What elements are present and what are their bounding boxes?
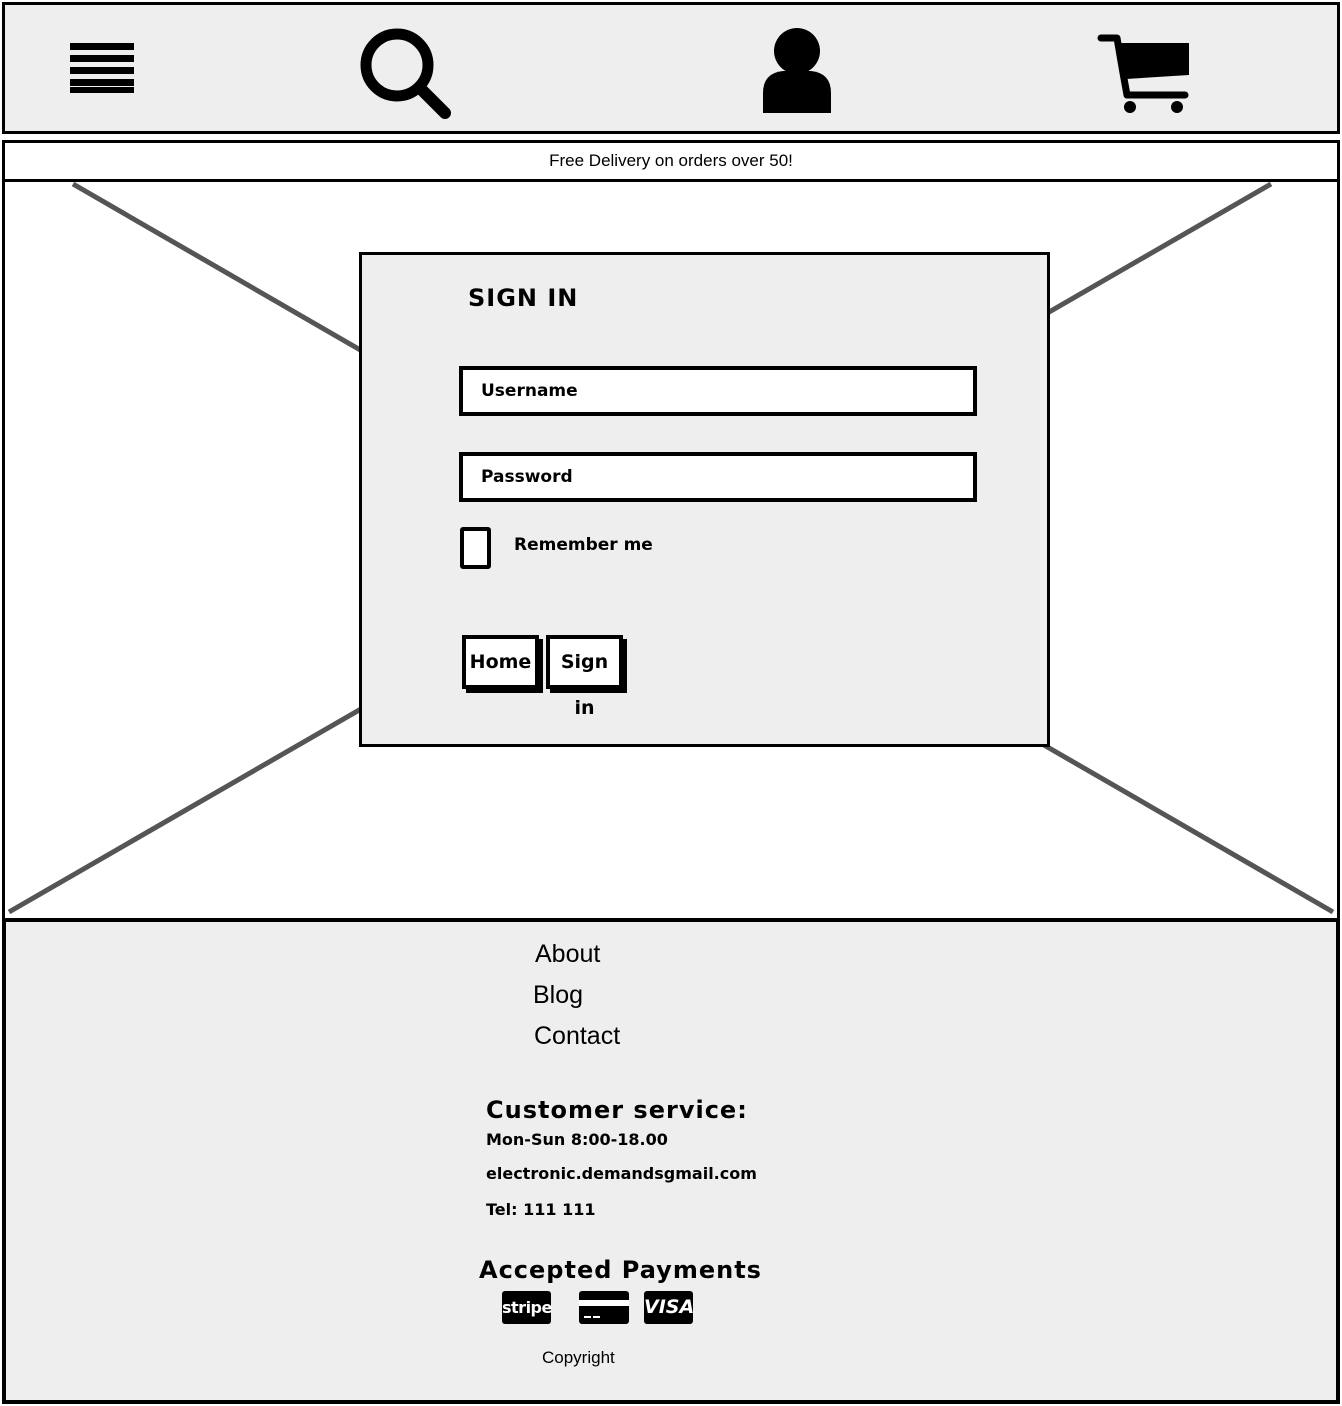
password-input[interactable]: Password [459, 452, 977, 502]
promo-text: Free Delivery on orders over 50! [549, 151, 793, 170]
search-icon[interactable] [359, 27, 455, 121]
signin-title: SIGN IN [468, 284, 579, 312]
footer-link-contact[interactable]: Contact [534, 1022, 620, 1051]
user-icon[interactable] [759, 27, 835, 115]
footer-link-about[interactable]: About [535, 940, 600, 969]
home-button[interactable]: Home [462, 635, 539, 689]
remember-me-checkbox[interactable] [460, 527, 491, 569]
top-nav-bar [2, 2, 1340, 134]
stripe-icon: stripe [502, 1291, 552, 1324]
payments-title: Accepted Payments [479, 1256, 762, 1284]
footer [2, 918, 1340, 1404]
customer-service-hours: Mon-Sun 8:00-18.00 [486, 1130, 668, 1149]
promo-banner: Free Delivery on orders over 50! [2, 140, 1340, 182]
credit-card-icon [579, 1291, 629, 1324]
cart-icon[interactable] [1097, 33, 1193, 115]
customer-service-tel: Tel: 111 111 [486, 1200, 596, 1219]
username-input[interactable]: Username [459, 366, 977, 416]
footer-link-blog[interactable]: Blog [533, 981, 583, 1010]
customer-service-email[interactable]: electronic.demandsgmail.com [486, 1164, 757, 1183]
customer-service-title: Customer service: [486, 1096, 748, 1124]
visa-icon: VISA [644, 1291, 694, 1324]
signin-button[interactable]: Sign in [546, 635, 623, 719]
menu-icon[interactable] [68, 41, 136, 95]
remember-me-label: Remember me [514, 535, 653, 555]
copyright-text: Copyright [542, 1348, 615, 1367]
